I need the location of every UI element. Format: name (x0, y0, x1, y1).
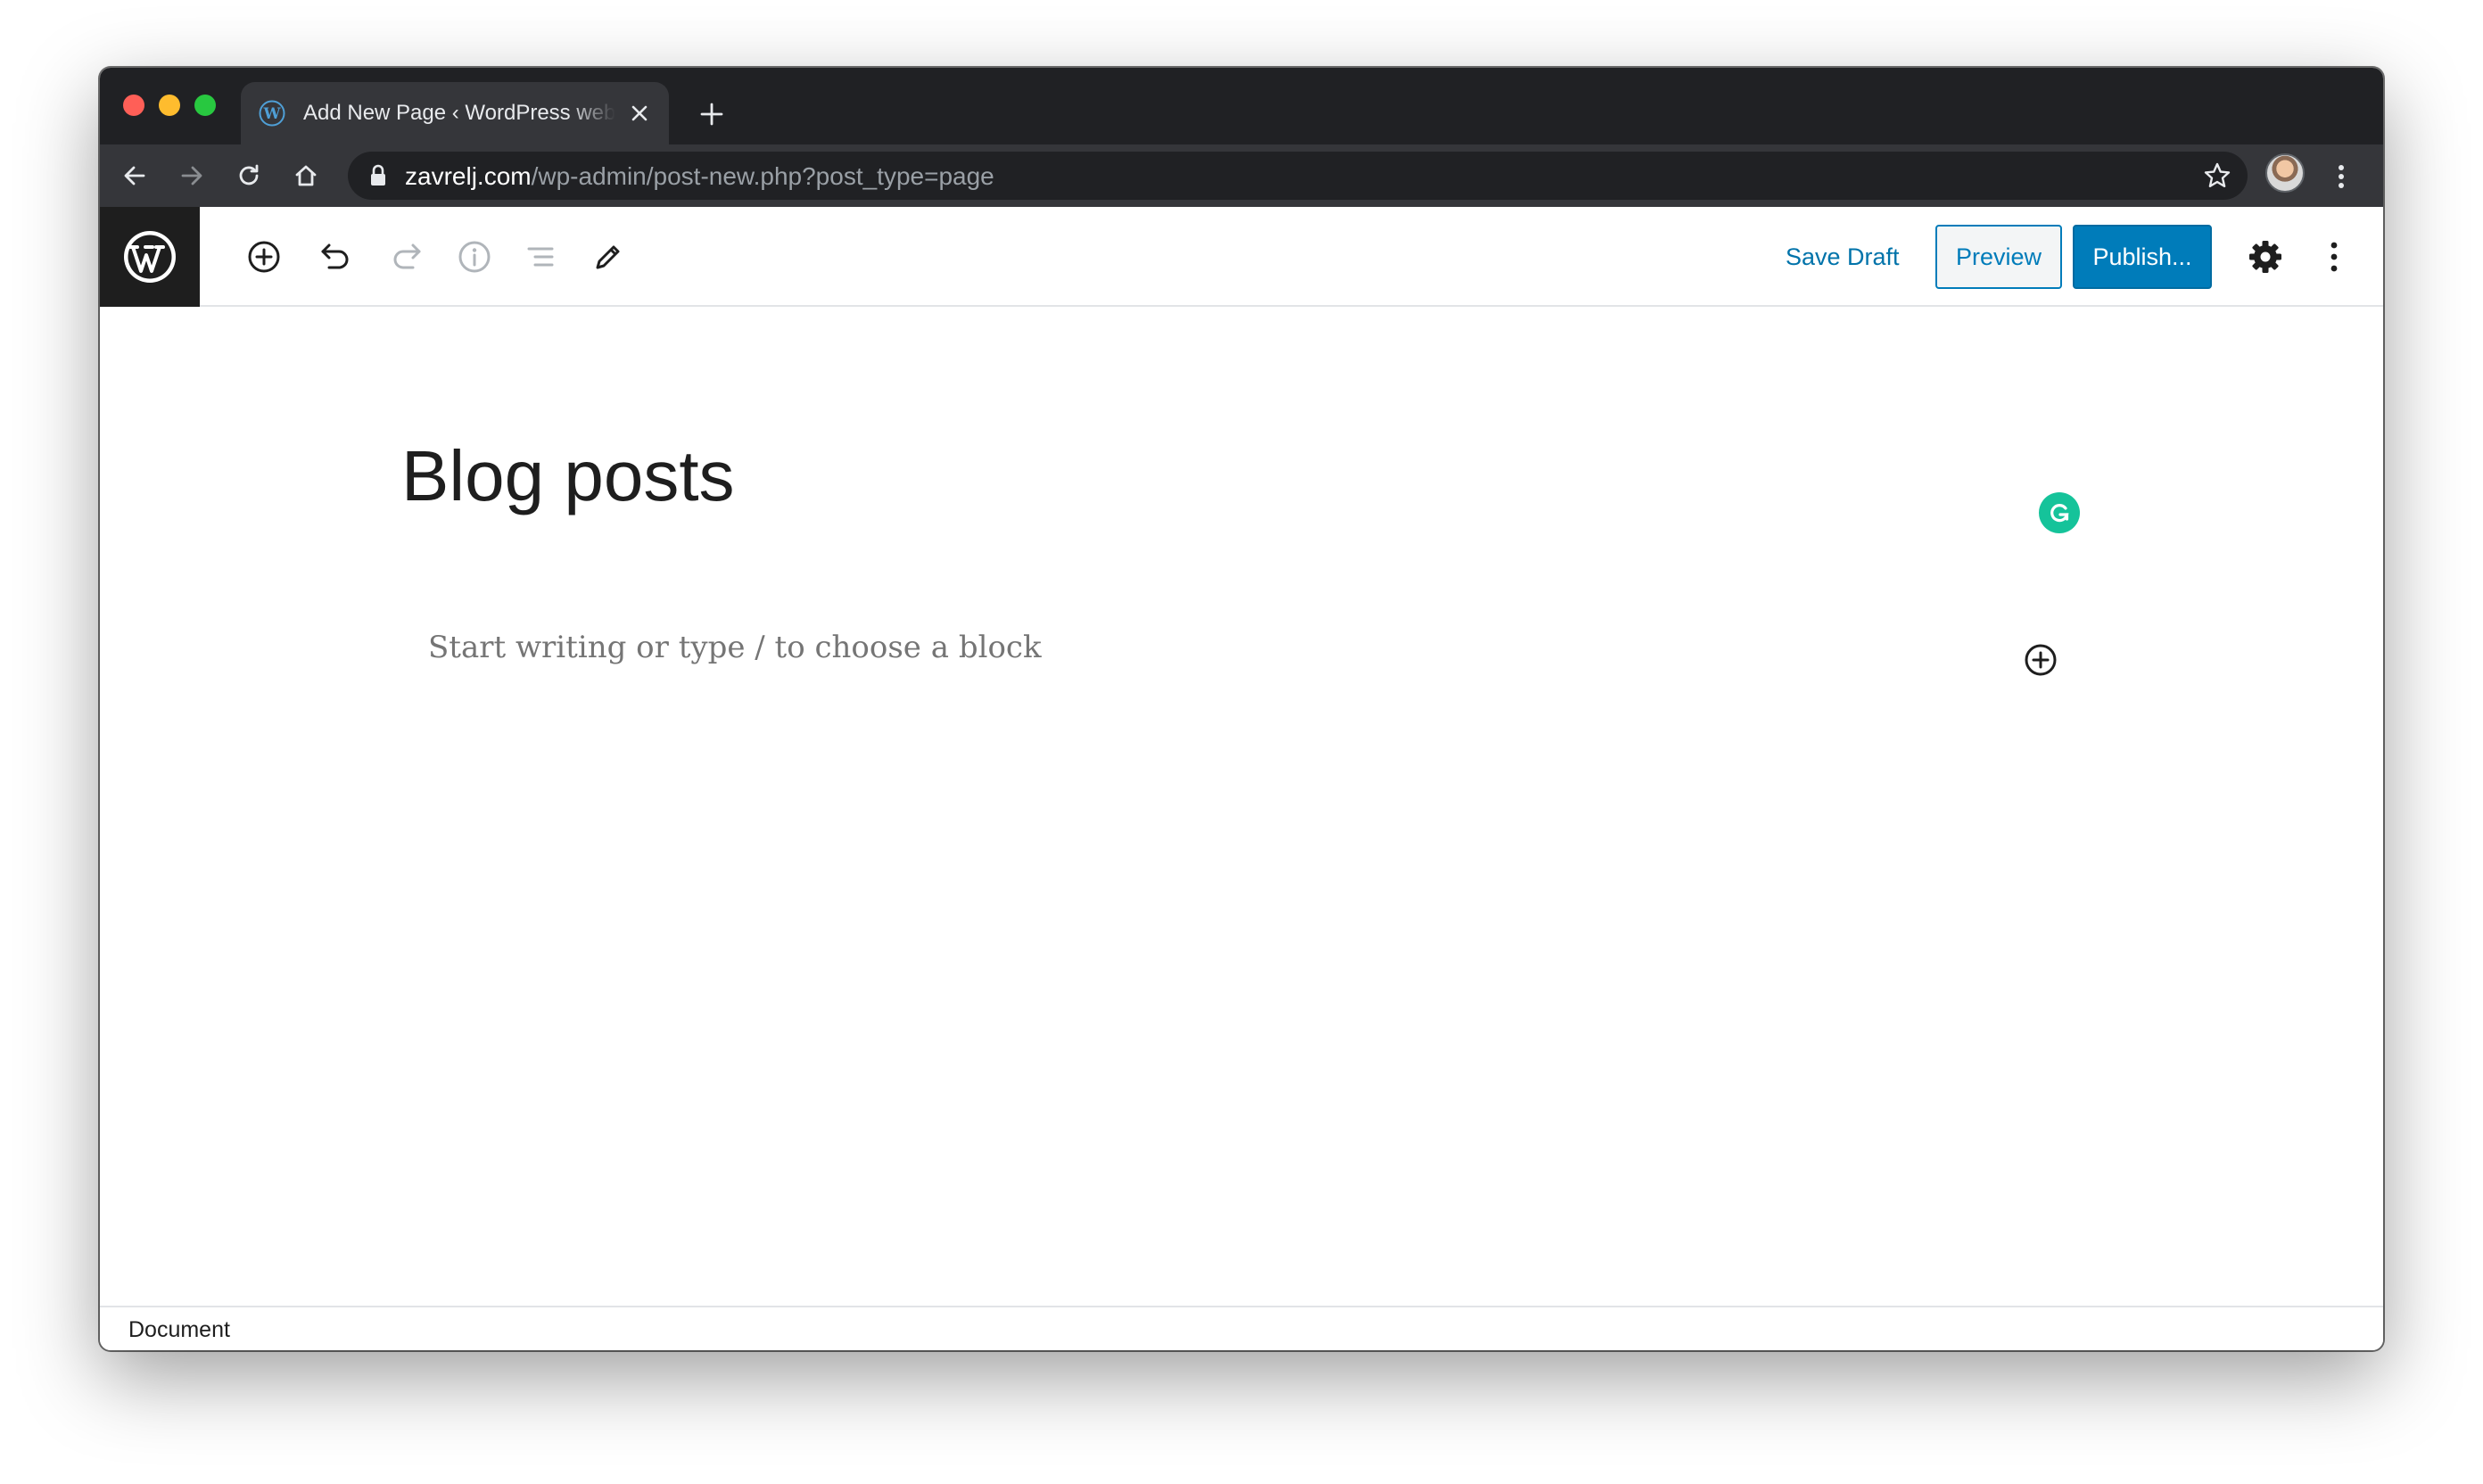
pencil-icon (596, 245, 620, 269)
wordpress-logo-button[interactable] (100, 207, 200, 307)
editor-footer: Document (100, 1306, 2383, 1350)
settings-button[interactable] (2240, 232, 2290, 282)
close-tab-icon[interactable] (628, 102, 651, 125)
post-title-input[interactable]: Blog posts (401, 441, 735, 512)
editor-header: Save Draft Preview Publish... (100, 207, 2383, 307)
url-bar[interactable]: zavrelj.com/wp-admin/post-new.php?post_t… (348, 152, 2248, 200)
maximize-window-button[interactable] (194, 95, 216, 116)
block-inserter-button[interactable] (239, 232, 289, 282)
svg-text:W: W (262, 105, 281, 123)
new-tab-button[interactable] (692, 95, 731, 134)
publish-button[interactable]: Publish... (2073, 225, 2212, 289)
undo-icon (321, 243, 349, 269)
wordpress-logo-icon (124, 231, 176, 283)
kebab-menu-icon (2330, 242, 2338, 272)
kebab-menu-icon (2339, 165, 2344, 188)
url-path: /wp-admin/post-new.php?post_type=page (531, 162, 994, 190)
url-host: zavrelj.com (405, 162, 532, 190)
redo-icon (393, 243, 421, 269)
list-view-icon (527, 247, 554, 267)
address-bar-row: zavrelj.com/wp-admin/post-new.php?post_t… (100, 144, 2383, 207)
grammarly-icon[interactable] (2039, 492, 2080, 533)
browser-chrome: W Add New Page ‹ WordPress website zavre… (100, 68, 2383, 207)
reload-button[interactable] (228, 155, 269, 196)
plus-circle-icon (248, 241, 280, 273)
breadcrumb[interactable]: Document (128, 1317, 230, 1343)
back-button[interactable] (114, 155, 155, 196)
redo-button[interactable] (382, 232, 432, 282)
reload-icon (239, 164, 259, 186)
browser-tab-active[interactable]: W Add New Page ‹ WordPress website (241, 82, 669, 144)
profile-avatar[interactable] (2265, 153, 2305, 193)
forward-button[interactable] (171, 155, 212, 196)
browser-menu-button[interactable] (2328, 157, 2355, 196)
tools-edit-button[interactable] (583, 232, 633, 282)
lock-icon (369, 164, 387, 192)
content-structure-button[interactable] (450, 232, 499, 282)
wordpress-favicon-icon: W (259, 100, 285, 127)
undo-button[interactable] (310, 232, 360, 282)
preview-button[interactable]: Preview (1935, 225, 2062, 289)
minimize-window-button[interactable] (159, 95, 180, 116)
window-controls (123, 95, 216, 116)
browser-window: W Add New Page ‹ WordPress website zavre… (100, 68, 2383, 1350)
tab-title: Add New Page ‹ WordPress website (303, 101, 615, 125)
more-tools-button[interactable] (2321, 232, 2347, 282)
block-placeholder[interactable]: Start writing or type / to choose a bloc… (428, 630, 1042, 665)
info-icon (458, 241, 491, 273)
save-draft-button[interactable]: Save Draft (1768, 225, 1918, 289)
plus-circle-icon (2025, 644, 2057, 676)
arrow-right-icon (181, 166, 202, 186)
inline-block-inserter-button[interactable] (2021, 640, 2060, 680)
url-text: zavrelj.com/wp-admin/post-new.php?post_t… (405, 162, 994, 191)
arrow-left-icon (124, 166, 145, 186)
home-icon (295, 165, 317, 186)
gear-icon (2249, 241, 2281, 273)
close-window-button[interactable] (123, 95, 144, 116)
block-navigation-button[interactable] (516, 232, 565, 282)
home-button[interactable] (285, 155, 326, 196)
bookmark-star-icon[interactable] (2203, 161, 2231, 194)
